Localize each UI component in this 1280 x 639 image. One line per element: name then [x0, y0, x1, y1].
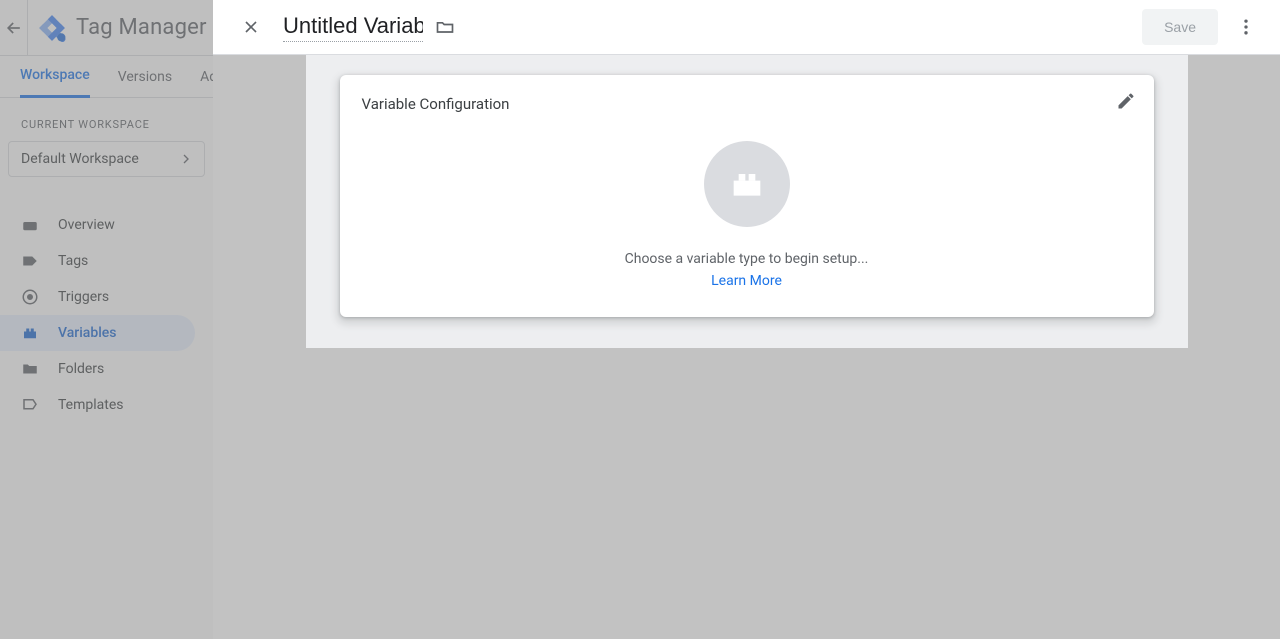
pencil-icon	[1116, 91, 1136, 111]
folder-outline-icon	[435, 17, 455, 37]
panel-body: Variable Configuration Choose a variable…	[213, 55, 1280, 639]
variable-name-input[interactable]	[283, 13, 423, 42]
close-button[interactable]	[233, 9, 269, 45]
editor-sheet: Variable Configuration Choose a variable…	[306, 55, 1188, 348]
close-icon	[241, 17, 261, 37]
brick-large-icon	[727, 164, 767, 204]
empty-state: Choose a variable type to begin setup...…	[362, 141, 1132, 289]
variable-configuration-card[interactable]: Variable Configuration Choose a variable…	[340, 75, 1154, 317]
empty-state-text: Choose a variable type to begin setup...	[625, 251, 869, 267]
folder-button[interactable]	[433, 15, 457, 39]
learn-more-link[interactable]: Learn More	[711, 273, 782, 289]
card-title: Variable Configuration	[362, 95, 1132, 113]
more-vert-icon	[1236, 17, 1256, 37]
save-button[interactable]: Save	[1142, 9, 1218, 45]
variable-editor-panel: Save Variable Configuration Choose a var…	[213, 0, 1280, 639]
panel-header: Save	[213, 0, 1280, 55]
empty-state-icon-wrap	[704, 141, 790, 227]
edit-button[interactable]	[1116, 91, 1136, 111]
more-menu-button[interactable]	[1228, 9, 1264, 45]
